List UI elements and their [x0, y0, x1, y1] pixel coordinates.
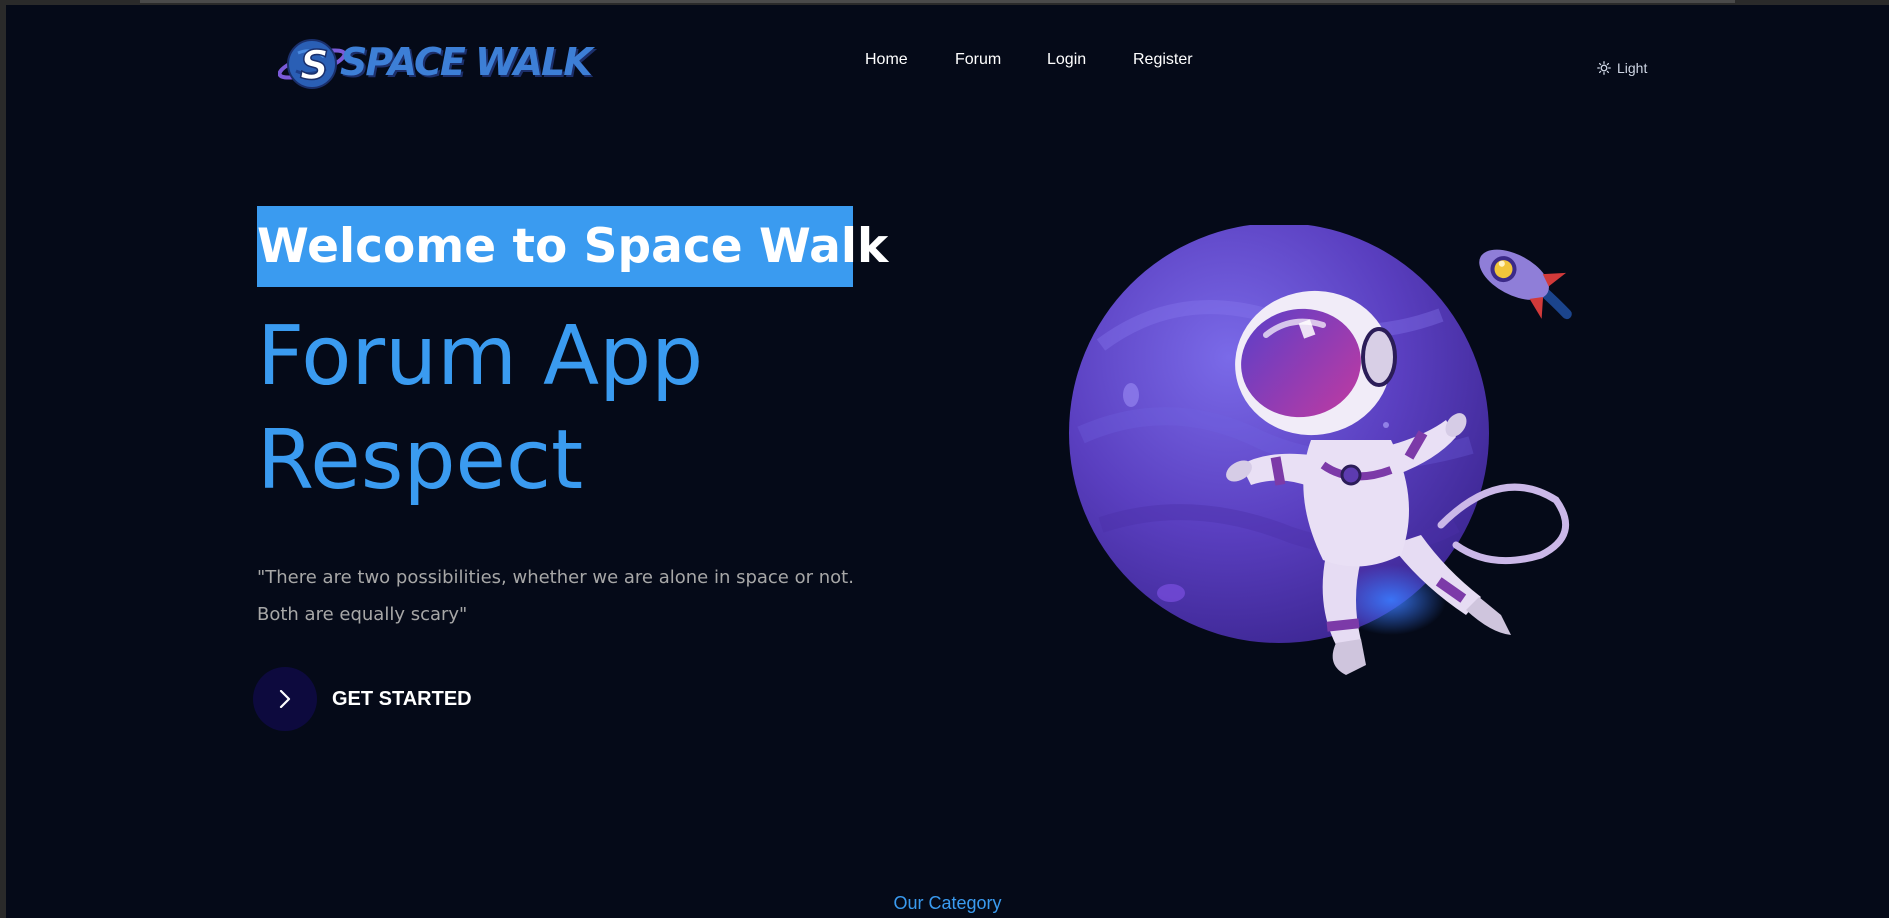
frame-top-edge	[140, 0, 1735, 3]
nav-link-register[interactable]: Register	[1133, 51, 1193, 69]
astronaut-planet-illustration	[1069, 225, 1572, 675]
quote-line-2: Both are equally scary"	[257, 604, 468, 625]
hero-headline: Forum App Respect	[257, 305, 703, 513]
theme-toggle-label: Light	[1617, 60, 1648, 76]
theme-toggle-button[interactable]: Light	[1597, 60, 1647, 76]
nav-link-forum[interactable]: Forum	[955, 51, 1001, 69]
headline-line-1: Forum App	[257, 309, 704, 404]
sun-icon	[1597, 61, 1611, 75]
browser-frame: S SPACE WALK Home Forum Login Register L…	[0, 0, 1889, 918]
logo-text: SPACE WALK	[340, 40, 593, 84]
cta-circle[interactable]	[253, 667, 317, 731]
headline-line-2: Respect	[257, 413, 584, 508]
quote-line-1: "There are two possibilities, whether we…	[257, 567, 854, 588]
chevron-right-icon	[279, 690, 291, 708]
category-heading: Our Category	[893, 893, 1002, 913]
nav-link-login[interactable]: Login	[1047, 51, 1086, 69]
site-logo[interactable]: S SPACE WALK	[278, 33, 593, 95]
hero-quote: "There are two possibilities, whether we…	[257, 559, 877, 633]
welcome-banner: Welcome to Space Walk	[257, 206, 888, 287]
nav-link-home[interactable]: Home	[865, 51, 908, 69]
get-started-button[interactable]: GET STARTED	[253, 667, 472, 731]
page: S SPACE WALK Home Forum Login Register L…	[6, 5, 1889, 918]
rocket-graphic	[1479, 249, 1572, 320]
svg-text:S: S	[300, 43, 329, 89]
get-started-label: GET STARTED	[332, 687, 472, 710]
planet-logo-icon: S	[278, 39, 347, 90]
